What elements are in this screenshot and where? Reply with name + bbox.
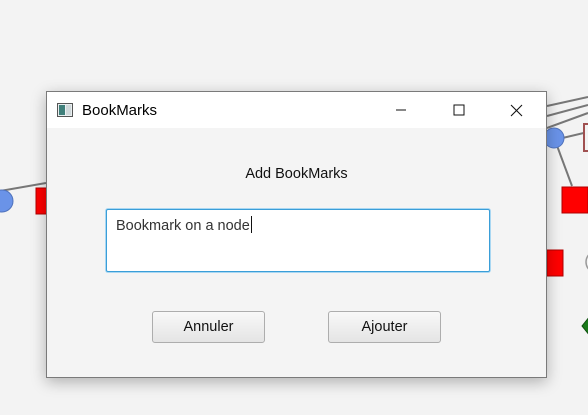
bookmark-app-icon	[57, 103, 73, 117]
graph-node-outline-square[interactable]	[583, 123, 588, 152]
title-bar[interactable]: BookMarks	[47, 92, 546, 128]
bookmark-input-value: Bookmark on a node	[116, 218, 250, 234]
graph-edge	[555, 142, 573, 187]
bookmarks-dialog: BookMarks Add BookMarks Bookmark on a no…	[46, 91, 547, 378]
graph-node-circle[interactable]	[0, 189, 14, 213]
maximize-icon	[453, 104, 465, 116]
graph-node-diamond[interactable]	[581, 316, 588, 336]
maximize-button[interactable]	[436, 92, 482, 128]
bookmark-text-input[interactable]: Bookmark on a node	[106, 209, 490, 272]
text-caret	[250, 216, 252, 233]
dialog-content: Add BookMarks Bookmark on a node Annuler…	[47, 128, 546, 377]
graph-node-square[interactable]	[561, 186, 588, 214]
cancel-button[interactable]: Annuler	[152, 311, 265, 343]
window-title: BookMarks	[82, 102, 158, 119]
dialog-heading: Add BookMarks	[245, 166, 348, 182]
graph-node-circle[interactable]	[543, 127, 565, 149]
add-button[interactable]: Ajouter	[328, 311, 441, 343]
minimize-button[interactable]	[378, 92, 424, 128]
close-button[interactable]	[493, 92, 539, 128]
graph-edge	[546, 96, 588, 107]
graph-node-square[interactable]	[546, 249, 564, 277]
minimize-icon	[396, 109, 406, 111]
close-icon	[510, 104, 522, 116]
